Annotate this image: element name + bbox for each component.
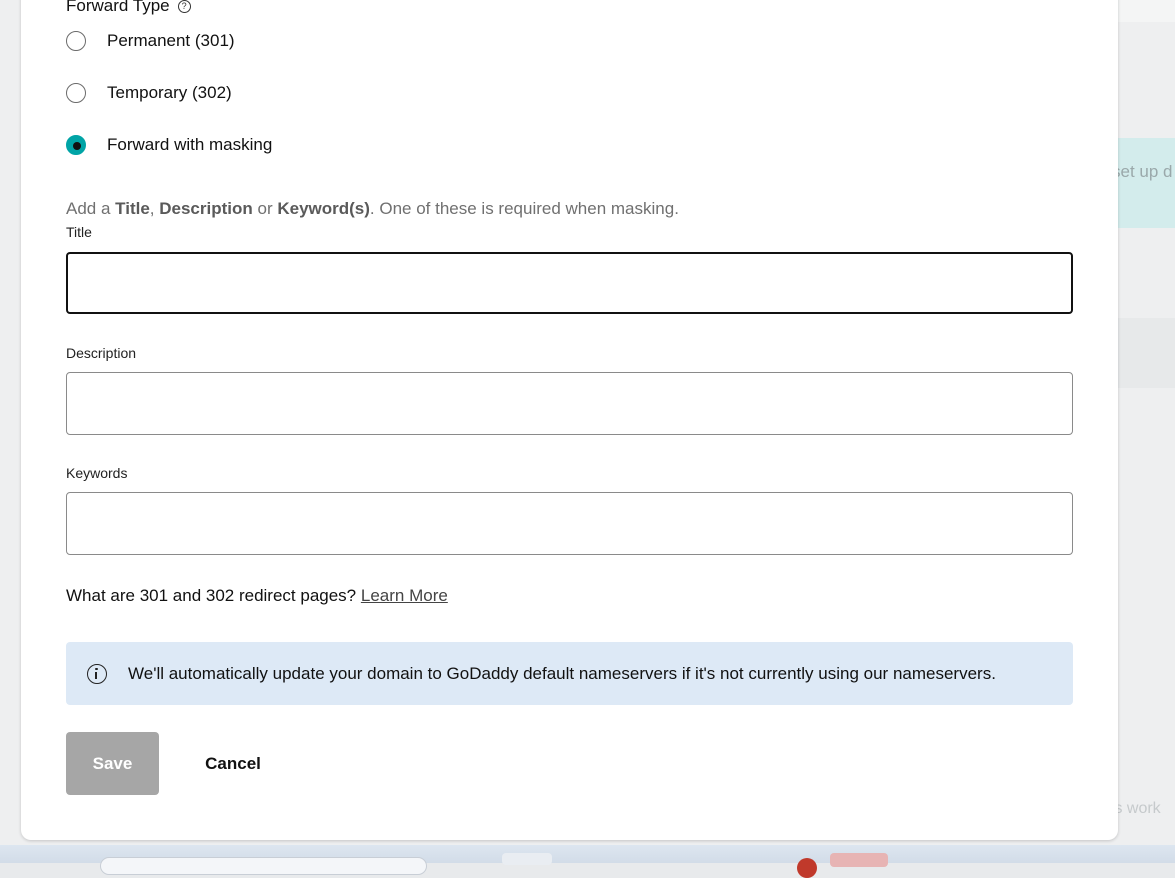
forward-type-heading: Forward Type ? [66,0,191,16]
radio-label: Permanent (301) [107,31,235,50]
radio-forward-with-masking[interactable]: Forward with masking [66,135,272,155]
info-banner-text: We'll automatically update your domain t… [128,663,996,683]
question-circle-icon[interactable]: ? [177,0,191,13]
radio-label: Forward with masking [107,135,273,154]
info-circle-icon [87,663,107,684]
backdrop-panel-text: set up d [1118,162,1173,181]
title-input[interactable] [66,252,1073,314]
taskbar-search[interactable] [100,857,427,875]
radio-button-selected[interactable] [66,135,86,155]
cancel-button[interactable]: Cancel [188,732,278,795]
forward-type-title: Forward Type [66,0,170,15]
redirect-question: What are 301 and 302 redirect pages? [66,586,357,605]
redirect-info: What are 301 and 302 redirect pages? Lea… [66,586,448,606]
description-field-label: Description [66,345,137,361]
save-button[interactable]: Save [66,732,159,795]
backdrop-panel [1118,0,1175,22]
backdrop-teal-panel: set up d [1118,138,1175,228]
radio-label: Temporary (302) [107,83,232,102]
description-input[interactable] [66,372,1073,435]
title-field-label: Title [66,224,92,240]
taskbar [0,845,1175,878]
backdrop-bottom-text: ts work [1110,800,1161,817]
learn-more-link[interactable]: Learn More [361,586,448,605]
backdrop-band [1118,318,1175,388]
radio-button[interactable] [66,83,86,103]
keywords-input[interactable] [66,492,1073,555]
masking-hint: Add a Title, Description or Keyword(s). … [66,199,679,218]
keywords-field-label: Keywords [66,465,128,481]
radio-permanent-301[interactable]: Permanent (301) [66,31,235,51]
radio-button[interactable] [66,31,86,51]
taskbar-app-badge[interactable] [797,858,817,878]
radio-temporary-302[interactable]: Temporary (302) [66,83,232,103]
taskbar-app[interactable] [502,853,552,865]
taskbar-app[interactable] [830,853,888,867]
nameserver-info-banner: We'll automatically update your domain t… [66,642,1073,705]
